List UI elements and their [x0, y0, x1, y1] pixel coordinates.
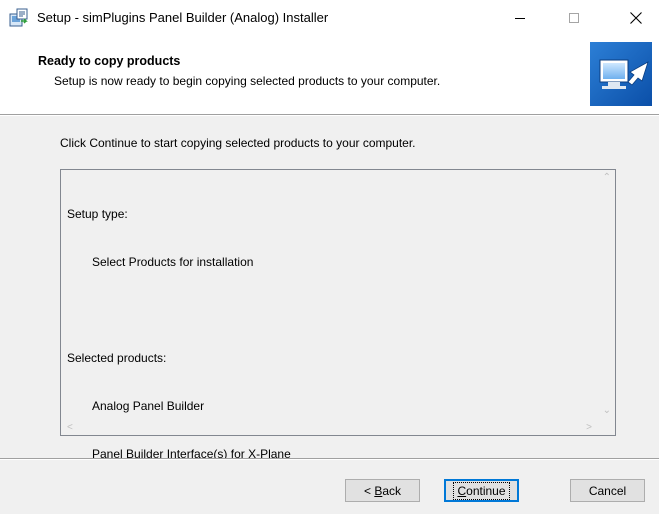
scroll-right-icon[interactable]: >: [586, 422, 592, 433]
memo-spacer: [67, 302, 291, 318]
selected-products-label: Selected products:: [67, 351, 167, 365]
setup-type-label: Setup type:: [67, 207, 128, 221]
horizontal-scrollbar[interactable]: < >: [61, 418, 598, 435]
page-subtitle: Setup is now ready to begin copying sele…: [54, 74, 441, 88]
setup-type-value: Select Products for installation: [92, 255, 254, 269]
maximize-button: [551, 0, 597, 36]
wizard-footer: < Back Continue Cancel: [0, 460, 659, 514]
close-icon: [630, 12, 642, 24]
vertical-scrollbar[interactable]: ⌃ ⌄: [598, 170, 615, 418]
window-title: Setup - simPlugins Panel Builder (Analog…: [37, 10, 329, 25]
continue-rest: ontinue: [466, 483, 506, 498]
scroll-down-icon[interactable]: ⌄: [603, 405, 611, 416]
back-prefix: <: [363, 483, 375, 498]
back-rest: ack: [382, 483, 402, 498]
memo-text: Setup type: Select Products for installa…: [67, 174, 291, 494]
minimize-button[interactable]: [497, 0, 543, 36]
page-title: Ready to copy products: [38, 54, 181, 68]
scroll-left-icon[interactable]: <: [67, 422, 73, 433]
scrollbar-corner: [598, 418, 615, 435]
wizard-header: Ready to copy products Setup is now read…: [0, 36, 659, 114]
continue-button[interactable]: Continue: [444, 479, 519, 502]
scroll-up-icon[interactable]: ⌃: [603, 172, 611, 183]
computer-install-arrow-icon: [590, 42, 652, 106]
back-label: < Back: [364, 484, 401, 498]
cancel-button[interactable]: Cancel: [570, 479, 645, 502]
continue-accelerator: C: [457, 483, 467, 498]
back-button[interactable]: < Back: [345, 479, 420, 502]
minimize-icon: [515, 18, 525, 19]
product-item: Analog Panel Builder: [92, 399, 205, 413]
title-bar: Setup - simPlugins Panel Builder (Analog…: [0, 0, 659, 36]
continue-label: Continue: [453, 481, 510, 500]
setup-installer-icon[interactable]: [9, 8, 29, 28]
instruction-text: Click Continue to start copying selected…: [60, 136, 416, 150]
ready-memo[interactable]: Setup type: Select Products for installa…: [60, 169, 616, 461]
close-button[interactable]: [613, 0, 659, 36]
maximize-icon: [569, 13, 579, 23]
wizard-body: Click Continue to start copying selected…: [0, 116, 659, 461]
